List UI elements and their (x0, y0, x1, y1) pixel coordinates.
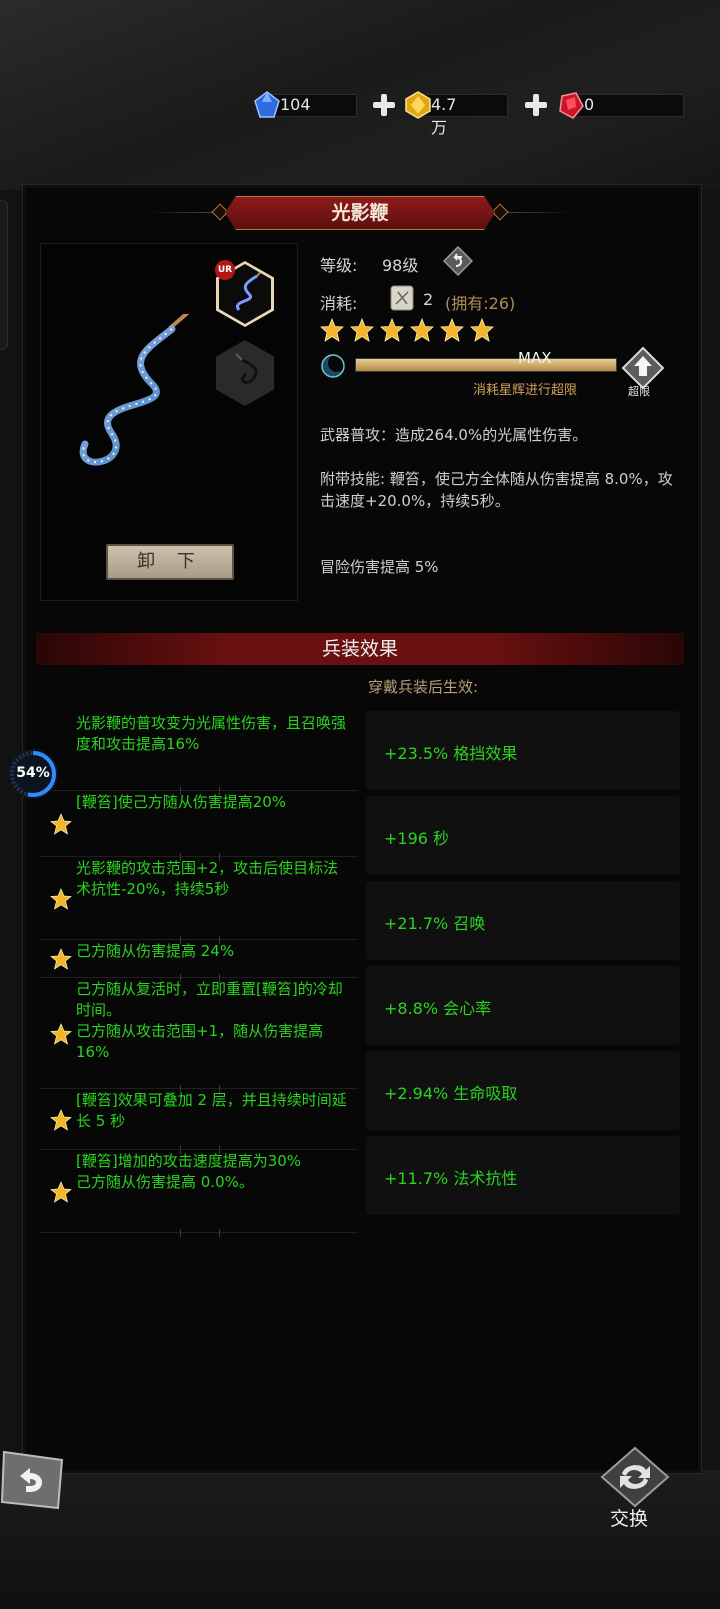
star-icon (50, 1180, 72, 1203)
stat-effect-text: +2.94% 生命吸取 (384, 1084, 518, 1103)
skill-description: 附带技能: 鞭笞，使己方全体随从伤害提高 8.0%，攻击速度+20.0%，持续5… (320, 470, 673, 510)
star-icon (50, 813, 72, 835)
diamond-gem-icon (254, 91, 280, 118)
star-icon (470, 318, 494, 342)
cost-label: 消耗: (320, 294, 358, 313)
stat-effect-box: +23.5% 格挡效果 (366, 711, 680, 790)
whip-illustration (79, 314, 190, 466)
skill-effect-row: 己方随从复活时，立即重置[鞭笞]的冷却时间。 己方随从攻击范围+1，随从伤害提高… (40, 978, 358, 1093)
attack-description: 武器普攻：造成264.0%的光属性伤害。 (320, 426, 588, 444)
progress-max-text: MAX (518, 349, 552, 367)
row-divider (180, 1229, 220, 1237)
skill-effect-text: 己方随从复活时，立即重置[鞭笞]的冷却时间。 己方随从攻击范围+1，随从伤害提高… (76, 980, 343, 1061)
undo-icon[interactable] (443, 246, 473, 276)
skill-effect-text: 光影鞭的普攻变为光属性伤害，且召唤强度和攻击提高16% (76, 714, 347, 753)
star-progress-bar (355, 358, 617, 372)
item-title: 光影鞭 (225, 196, 495, 230)
whip-silhouette-icon (235, 353, 258, 384)
limit-break-label[interactable]: 超限 (628, 383, 650, 399)
skill-effect-row: [鞭笞]使己方随从伤害提高20% (40, 791, 358, 861)
stat-effect-text: +23.5% 格挡效果 (384, 744, 518, 763)
star-icon (50, 1022, 72, 1045)
star-icon (380, 318, 404, 342)
stat-effect-box: +21.7% 召唤 (366, 881, 680, 960)
level-label: 等级: (320, 256, 358, 275)
star-icon (440, 318, 464, 342)
skill-effect-text: 己方随从伤害提高 24% (76, 942, 235, 960)
stat-effect-text: +21.7% 召唤 (384, 914, 486, 933)
stat-effect-box: +8.8% 会心率 (366, 966, 680, 1045)
gold-amount: 4.7万 (431, 95, 457, 137)
stat-effect-box: +11.7% 法术抗性 (366, 1136, 680, 1215)
stat-effect-text: +8.8% 会心率 (384, 999, 492, 1018)
skill-effect-row: 己方随从伤害提高 24% (40, 940, 358, 982)
moon-icon (321, 354, 346, 378)
stat-effect-text: +196 秒 (384, 829, 450, 848)
bonus-description: 冒险伤害提高 5% (320, 558, 439, 576)
skill-effect-row: [鞭笞]效果可叠加 2 层，并且持续时间延长 5 秒 (40, 1089, 358, 1154)
skill-effect-text: 光影鞭的攻击范围+2，攻击后使目标法术抗性-20%，持续5秒 (76, 859, 339, 898)
side-tab-handle[interactable] (0, 200, 8, 350)
ruby-gem-icon (559, 92, 584, 119)
skill-effect-row: 光影鞭的普攻变为光属性伤害，且召唤强度和攻击提高16% (40, 712, 358, 795)
star-icon (50, 1108, 72, 1131)
swap-label[interactable]: 交换 (610, 1504, 648, 1531)
star-icon (50, 887, 72, 910)
skill-effect-row: [鞭笞]增加的攻击速度提高为30% 己方随从伤害提高 0.0%。 (40, 1150, 358, 1237)
title-decor-line-right (497, 212, 575, 213)
effects-subtitle: 穿戴兵装后生效: (368, 678, 479, 696)
skill-effect-text: [鞭笞]增加的攻击速度提高为30% 己方随从伤害提高 0.0%。 (76, 1152, 302, 1191)
star-icon (320, 318, 344, 342)
skill-effect-text: [鞭笞]使己方随从伤害提高20% (76, 793, 287, 811)
star-progress-fill (356, 359, 616, 371)
unload-button[interactable]: 卸 下 (106, 544, 234, 580)
weapon-slot-empty[interactable] (216, 340, 274, 406)
star-icon (50, 948, 72, 970)
rarity-badge: UR (215, 260, 235, 280)
progress-hint: 消耗星辉进行超限 (473, 383, 578, 398)
cost-amount: 2 (423, 290, 434, 309)
stat-effect-text: +11.7% 法术抗性 (384, 1169, 518, 1188)
effects-title: 兵装效果 (36, 633, 684, 665)
stat-effect-box: +196 秒 (366, 796, 680, 875)
skill-effect-row: 光影鞭的攻击范围+2，攻击后使目标法术抗性-20%，持续5秒 (40, 857, 358, 944)
swap-icon[interactable] (600, 1446, 670, 1508)
star-icon (350, 318, 374, 342)
back-arrow-icon[interactable] (0, 1446, 66, 1512)
diamond-amount: 104 (280, 95, 311, 114)
item-preview: UR 卸 下 (40, 243, 298, 601)
cost-owned: (拥有:26) (445, 294, 516, 313)
gold-gem-icon (405, 91, 431, 119)
skill-effect-text: [鞭笞]效果可叠加 2 层，并且持续时间延长 5 秒 (76, 1091, 347, 1130)
ruby-amount: 0 (584, 95, 595, 114)
star-icon (410, 318, 434, 342)
scroll-icon (390, 285, 414, 311)
loading-percent: 54% (16, 765, 50, 781)
level-value: 98级 (382, 256, 419, 275)
stat-effect-box: +2.94% 生命吸取 (366, 1051, 680, 1130)
